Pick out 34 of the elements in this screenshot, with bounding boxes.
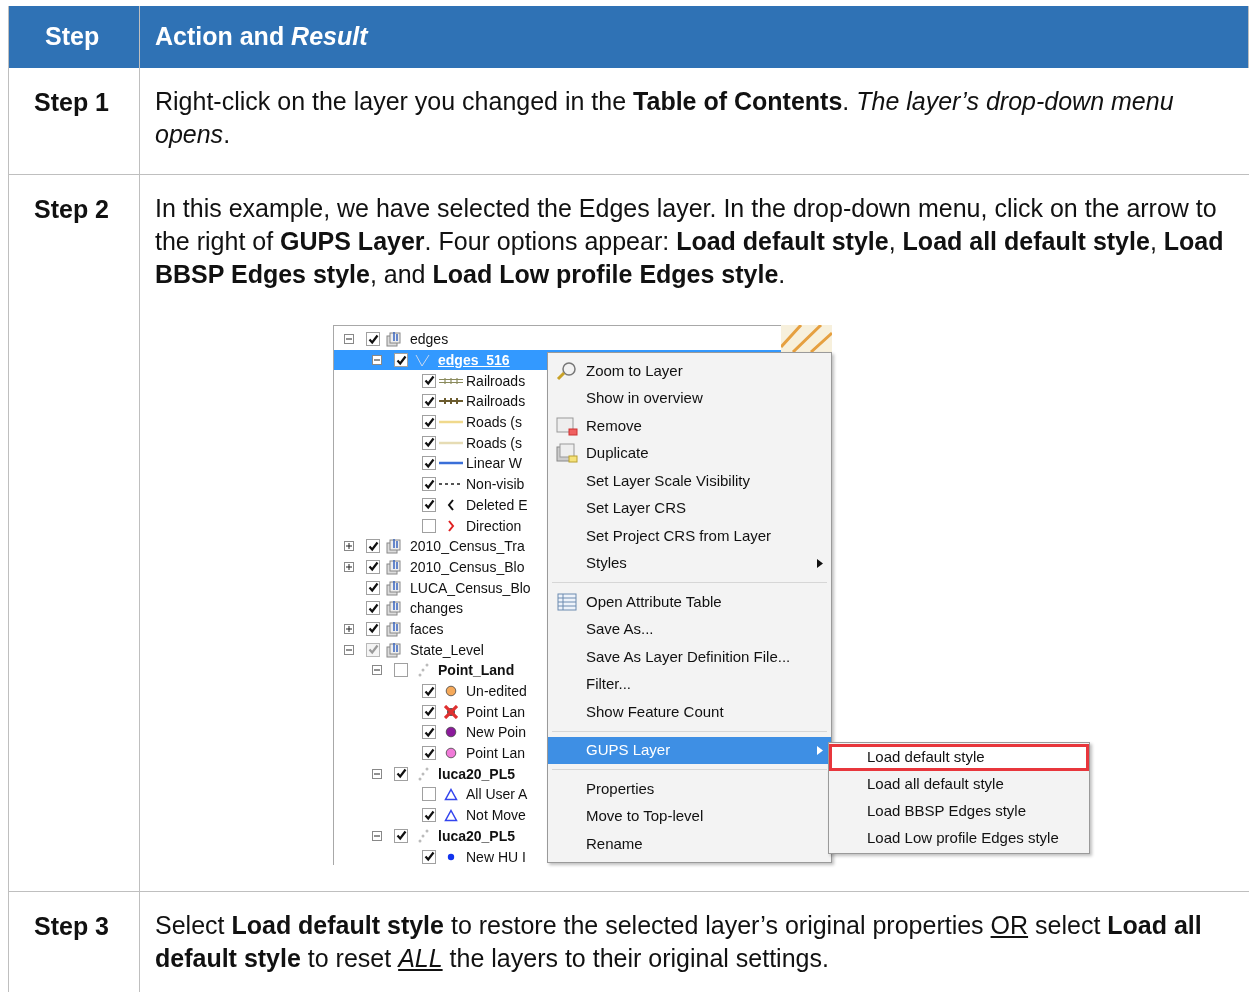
step-label: Step 1 <box>34 88 110 116</box>
step-description: Select Load default style to restore the selected layer’s original properties OR select Load all default style to reset ALL the layers to their original settings. <box>155 910 1203 974</box>
layer-name: Not Move <box>466 808 526 823</box>
layer-name: Direction <box>466 518 522 533</box>
layer-name: Point Lan <box>466 746 526 761</box>
step-label: Step 3 <box>34 912 110 940</box>
layer-name: All User A <box>466 787 528 802</box>
layer-name: Railroads <box>466 394 526 409</box>
step-description: In this example, we have selected the Edges layer. In the drop-down menu, click on the arrow to the right of GUPS Layer. Four options appear: Load default style, Load all default style, Load BBSP Edges style, and Load Low profile Edges style. <box>155 193 1225 290</box>
layer-name: Point Lan <box>466 704 526 719</box>
layer-name: 2010_Census_Blo <box>410 559 525 574</box>
layer-name: Railroads <box>466 373 526 388</box>
layer-name: edges_516 <box>438 353 510 368</box>
step-description: Right-click on the layer you changed in the Table of Contents. The layer’s drop-down menu opens. <box>155 86 1175 150</box>
step-label: Step 2 <box>34 195 110 223</box>
layer-name: Non-visib <box>466 477 525 492</box>
layer-name: 2010_Census_Tra <box>410 539 525 554</box>
column-header: Step <box>9 6 140 68</box>
layer-name: New Poin <box>466 725 526 740</box>
layer-name: changes <box>410 601 463 616</box>
layer-name: faces <box>410 621 444 636</box>
column-header: Action and Result <box>140 6 1249 68</box>
layer-name: luca20_PL5 <box>438 766 516 781</box>
layer-name: luca20_PL5 <box>438 828 516 843</box>
layer-name: Un-edited <box>466 684 527 699</box>
layer-name: New HU I <box>466 849 526 864</box>
layer-name: Deleted E <box>466 497 528 512</box>
layer-name: LUCA_Census_Blo <box>410 580 531 595</box>
layer-name: Linear W <box>466 456 523 471</box>
layer-name: Roads (s <box>466 435 523 450</box>
layer-name: State_Level <box>410 642 484 657</box>
layer-name: Roads (s <box>466 415 523 430</box>
layer-name: edges <box>410 332 449 347</box>
layer-name: Point_Land <box>438 663 515 678</box>
